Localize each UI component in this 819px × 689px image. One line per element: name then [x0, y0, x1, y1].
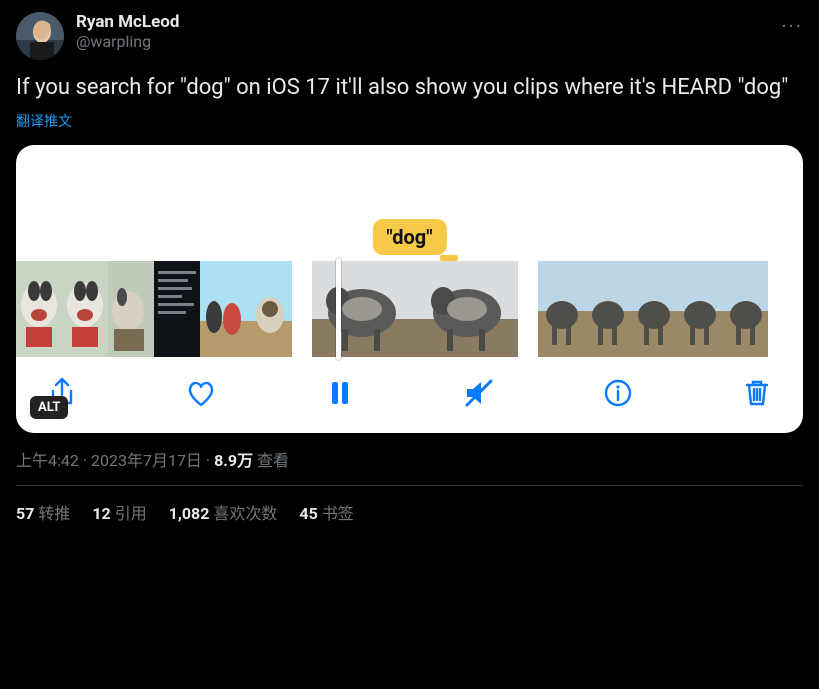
alt-badge[interactable]: ALT: [30, 396, 68, 419]
clip-frame: [108, 261, 154, 357]
clip-frame: [246, 261, 292, 357]
meta-views-label: 查看: [253, 451, 289, 470]
trash-icon[interactable]: [739, 375, 775, 411]
clip-frame: [16, 261, 62, 357]
clip-strip[interactable]: [16, 261, 803, 357]
meta-views-count[interactable]: 8.9万: [214, 451, 253, 470]
clip-frame: [584, 261, 630, 357]
stat-bookmarks[interactable]: 45书签: [299, 500, 353, 524]
clip[interactable]: [16, 261, 292, 357]
pause-icon[interactable]: [322, 375, 358, 411]
avatar[interactable]: [16, 12, 64, 60]
clip-frame: [312, 261, 415, 357]
media-toolbar: [16, 357, 803, 433]
clip-frame: [676, 261, 722, 357]
stat-retweets[interactable]: 57转推: [16, 500, 70, 524]
meta-time[interactable]: 上午4:42: [16, 451, 79, 470]
stat-likes[interactable]: 1,082喜欢次数: [169, 500, 278, 524]
tweet-meta: 上午4:42 · 2023年7月17日 · 8.9万 查看: [16, 447, 803, 471]
clip-frame: [630, 261, 676, 357]
tweet-text: If you search for "dog" on iOS 17 it'll …: [16, 74, 803, 103]
stat-quotes[interactable]: 12引用: [92, 500, 146, 524]
media-top: "dog": [16, 145, 803, 261]
tweet-header: Ryan McLeod @warpling: [16, 12, 803, 60]
playhead[interactable]: [336, 258, 341, 360]
clip-frame: [200, 261, 246, 357]
tweet: ··· Ryan McLeod @warpling If you search …: [0, 0, 819, 536]
info-icon[interactable]: [600, 375, 636, 411]
clip[interactable]: [538, 261, 768, 357]
divider: [16, 485, 803, 486]
stats-row: 57转推 12引用 1,082喜欢次数 45书签: [16, 500, 803, 524]
mute-icon[interactable]: [461, 375, 497, 411]
clip-frame: [538, 261, 584, 357]
meta-date[interactable]: 2023年7月17日: [91, 451, 202, 470]
more-button[interactable]: ···: [781, 14, 803, 38]
clip-frame: [154, 261, 200, 357]
clip-frame: [722, 261, 768, 357]
user-block: Ryan McLeod @warpling: [76, 12, 179, 51]
translate-link[interactable]: 翻译推文: [16, 111, 803, 131]
handle[interactable]: @warpling: [76, 32, 179, 51]
clip-active[interactable]: [312, 261, 518, 357]
search-bubble: "dog": [372, 219, 446, 255]
display-name[interactable]: Ryan McLeod: [76, 12, 179, 32]
heart-icon[interactable]: [183, 375, 219, 411]
clip-frame: [415, 261, 518, 357]
media-card[interactable]: "dog": [16, 145, 803, 433]
clip-frame: [62, 261, 108, 357]
